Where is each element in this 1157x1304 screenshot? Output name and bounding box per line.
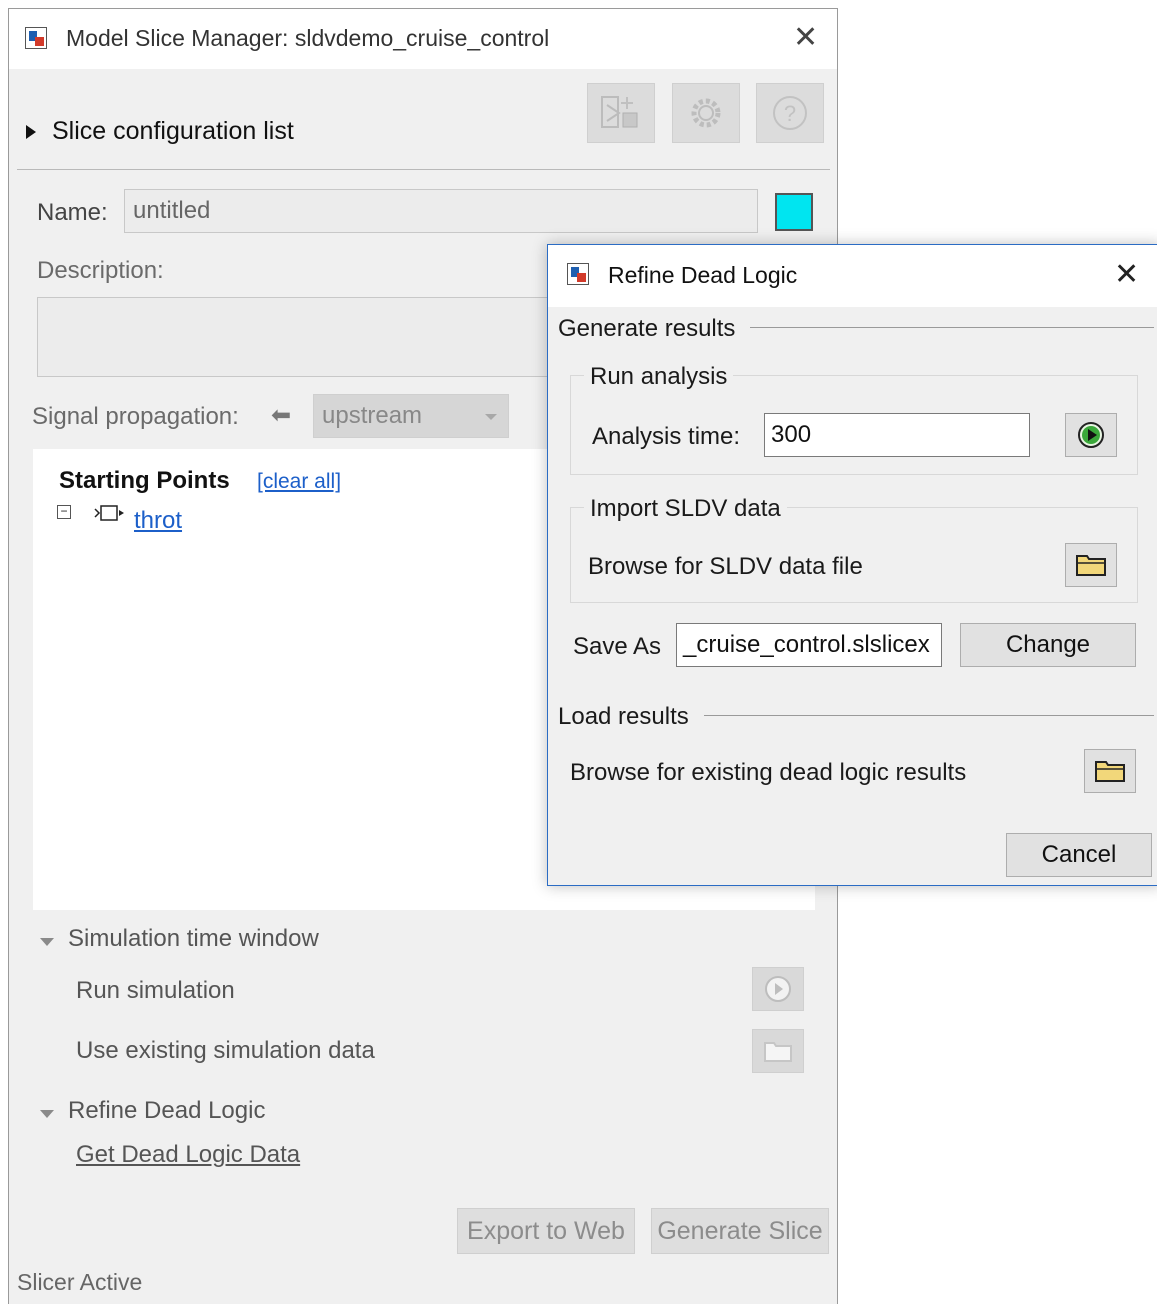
dialog-title: Refine Dead Logic [608, 262, 798, 288]
use-existing-sim-label: Use existing simulation data [76, 1037, 375, 1064]
divider [17, 169, 830, 170]
group-divider [750, 327, 1154, 328]
analysis-time-input[interactable]: 300 [764, 413, 1030, 457]
slice-highlight-button[interactable] [587, 83, 655, 143]
name-field[interactable]: untitled [124, 189, 758, 233]
starting-point-item[interactable]: throt [134, 507, 182, 535]
description-field[interactable] [37, 297, 577, 377]
group-divider [704, 715, 1154, 716]
close-icon[interactable]: ✕ [1114, 260, 1139, 290]
run-simulation-button[interactable] [752, 967, 804, 1011]
folder-icon [1076, 555, 1106, 576]
save-as-label: Save As [573, 633, 662, 660]
signal-propagation-value: upstream [322, 402, 423, 429]
slice-highlight-icon [601, 96, 638, 128]
settings-button[interactable] [672, 83, 740, 143]
generate-slice-button[interactable]: Generate Slice [651, 1208, 829, 1254]
starting-points-title: Starting Points [59, 467, 230, 494]
help-icon: ? [773, 96, 807, 130]
chevron-down-icon [484, 409, 498, 427]
browse-sldv-label: Browse for SLDV data file [588, 553, 863, 580]
slice-color-swatch[interactable] [775, 193, 813, 231]
export-to-web-button[interactable]: Export to Web [457, 1208, 635, 1254]
left-arrow-icon: ⬅ [271, 402, 292, 429]
import-sldv-header: Import SLDV data [584, 495, 787, 523]
play-icon [1078, 422, 1104, 448]
play-icon [765, 976, 791, 1002]
browse-existing-label: Browse for existing dead logic results [570, 759, 967, 786]
status-text: Slicer Active [17, 1269, 143, 1295]
run-analysis-button[interactable] [1065, 413, 1117, 457]
refine-dead-logic-dialog: Refine Dead Logic ✕ Generate results Run… [547, 244, 1157, 886]
signal-propagation-label: Signal propagation: [32, 403, 239, 430]
main-title-bar: Model Slice Manager: sldvdemo_cruise_con… [9, 9, 837, 69]
cancel-button[interactable]: Cancel [1006, 833, 1152, 877]
signal-propagation-dropdown[interactable]: upstream [313, 394, 509, 438]
run-simulation-label: Run simulation [76, 977, 235, 1004]
collapse-triangle-icon[interactable] [39, 1106, 55, 1124]
inport-block-icon [93, 503, 127, 528]
collapse-icon[interactable]: − [57, 505, 71, 519]
load-simulation-data-button[interactable] [752, 1029, 804, 1073]
help-button[interactable]: ? [756, 83, 824, 143]
svg-text:?: ? [784, 101, 796, 126]
settings-gear-icon [691, 98, 721, 128]
get-dead-logic-link[interactable]: Get Dead Logic Data [76, 1141, 300, 1169]
browse-sldv-button[interactable] [1065, 543, 1117, 587]
slice-config-list-label[interactable]: Slice configuration list [52, 117, 294, 146]
dialog-title-bar: Refine Dead Logic ✕ [548, 245, 1157, 307]
simulink-app-icon [25, 27, 47, 49]
generate-results-header: Generate results [558, 315, 736, 342]
load-results-header: Load results [558, 703, 689, 730]
change-button[interactable]: Change [960, 623, 1136, 667]
refine-dead-logic-header[interactable]: Refine Dead Logic [68, 1097, 265, 1125]
description-label: Description: [37, 257, 164, 284]
sim-time-window-header[interactable]: Simulation time window [68, 925, 319, 953]
run-analysis-header: Run analysis [584, 363, 734, 391]
folder-icon [1095, 761, 1125, 782]
folder-icon [764, 1042, 792, 1062]
simulink-app-icon [567, 263, 589, 285]
name-label: Name: [37, 199, 108, 226]
collapse-triangle-icon[interactable] [39, 934, 55, 952]
close-icon[interactable]: ✕ [793, 23, 818, 53]
save-as-input[interactable]: _cruise_control.slslicex [676, 623, 942, 667]
clear-all-link[interactable]: [clear all] [257, 470, 341, 494]
expand-triangle-icon[interactable] [25, 124, 37, 143]
main-window-title: Model Slice Manager: sldvdemo_cruise_con… [66, 25, 550, 51]
browse-existing-results-button[interactable] [1084, 749, 1136, 793]
analysis-time-label: Analysis time: [592, 423, 741, 450]
